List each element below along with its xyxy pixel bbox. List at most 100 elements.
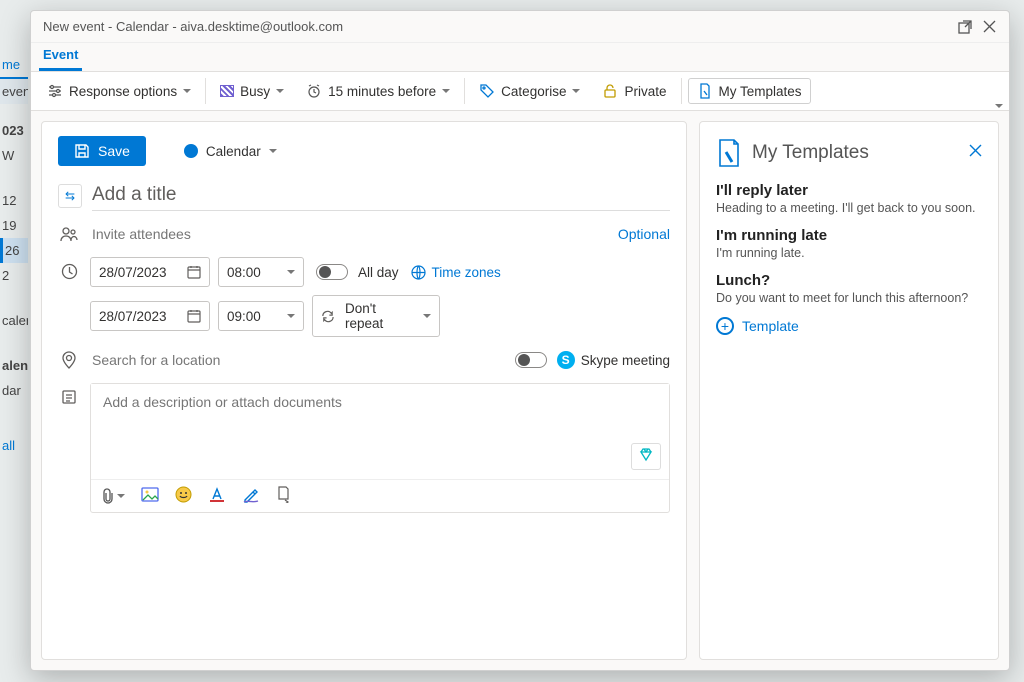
tag-icon [479,83,495,99]
template-body: Do you want to meet for lunch this after… [716,291,982,305]
ink-button[interactable] [242,487,260,506]
skype-label: Skype meeting [581,353,670,368]
time-zones-label: Time zones [432,265,501,280]
start-time-field[interactable]: 08:00 [218,257,304,287]
plus-circle-icon: + [716,317,734,335]
attendees-icon [58,225,80,243]
title-row-icon[interactable]: ⇆ [58,184,82,208]
chevron-down-icon [183,89,191,93]
background-app-hints: me event 023 W 12 19 26 2 calen alend da… [0,52,28,682]
end-time-field[interactable]: 09:00 [218,301,304,331]
pen-icon [242,487,260,503]
attendees-input[interactable] [90,225,608,243]
calendar-icon [187,309,201,323]
repeat-field[interactable]: Don't repeat [312,295,440,337]
repeat-icon [321,309,335,324]
calendar-picker[interactable]: Calendar [184,144,277,159]
template-item[interactable]: I'm running late I'm running late. [716,227,982,260]
categorise-label: Categorise [501,84,566,99]
my-templates-panel: My Templates I'll reply later Heading to… [699,121,999,660]
busy-status-button[interactable]: Busy [212,80,292,103]
emoji-button[interactable] [175,486,192,506]
emoji-icon [175,486,192,503]
skype-icon: S [557,351,575,369]
chevron-down-icon [117,494,125,498]
chevron-down-icon [287,314,295,318]
add-template-label: Template [742,318,799,334]
tab-event[interactable]: Event [39,43,82,71]
location-pin-icon [61,351,77,369]
response-options-button[interactable]: Response options [39,79,199,103]
clock-icon [61,263,78,280]
save-button[interactable]: Save [58,136,146,166]
calendar-icon [187,265,201,279]
editor-jewel-button[interactable] [631,443,661,470]
start-date-value: 28/07/2023 [99,265,167,280]
template-doc-icon [697,83,713,99]
chevron-down-icon [423,314,431,318]
font-color-icon [208,487,226,503]
template-doc-icon [716,138,742,168]
location-icon-wrap [58,351,80,369]
template-body: I'm running late. [716,246,982,260]
end-date-field[interactable]: 28/07/2023 [90,301,210,331]
modal-tabbar: Event [31,43,1009,71]
popout-icon [958,20,972,34]
start-time-value: 08:00 [227,265,261,280]
busy-icon [220,85,234,97]
insert-image-button[interactable] [141,487,159,505]
template-item[interactable]: Lunch? Do you want to meet for lunch thi… [716,272,982,305]
people-icon [60,225,78,243]
all-day-toggle[interactable] [316,264,348,280]
end-date-value: 28/07/2023 [99,309,167,324]
reminder-label: 15 minutes before [328,84,436,99]
new-event-modal: New event - Calendar - aiva.desktime@out… [30,10,1010,671]
private-label: Private [624,84,666,99]
categorise-button[interactable]: Categorise [471,79,588,103]
text-format-button[interactable] [208,487,226,506]
modal-body: Save Calendar ⇆ Optional [31,111,1009,670]
my-templates-label: My Templates [719,84,802,99]
my-templates-ribbon-button[interactable]: My Templates [688,78,811,104]
alarm-clock-icon [306,83,322,99]
sliders-icon [47,83,63,99]
location-input[interactable] [90,351,505,369]
modal-titlebar: New event - Calendar - aiva.desktime@out… [31,11,1009,43]
private-button[interactable]: Private [594,79,674,103]
save-icon [74,143,90,159]
popout-button[interactable] [953,15,977,39]
panel-close-button[interactable] [969,144,982,162]
close-icon [969,144,982,157]
paperclip-icon [101,488,115,504]
start-date-field[interactable]: 28/07/2023 [90,257,210,287]
calendar-color-dot [184,144,198,158]
busy-label: Busy [240,84,270,99]
description-input[interactable] [91,384,669,479]
response-options-label: Response options [69,84,177,99]
time-zones-link[interactable]: Time zones [411,265,501,280]
title-input[interactable] [92,180,670,211]
time-icon [58,263,80,280]
image-icon [141,487,159,502]
template-item[interactable]: I'll reply later Heading to a meeting. I… [716,182,982,215]
chevron-down-icon [276,89,284,93]
optional-attendees-link[interactable]: Optional [618,226,670,242]
ribbon-overflow-icon[interactable] [995,104,1003,108]
ribbon: Response options Busy 15 minutes before … [31,71,1009,111]
repeat-value: Don't repeat [345,301,413,331]
template-name: Lunch? [716,272,982,289]
description-box [90,383,670,513]
document-arrow-icon [276,486,291,503]
description-toolbar [91,479,669,512]
save-label: Save [98,143,130,159]
close-button[interactable] [977,15,1001,39]
skype-toggle[interactable] [515,352,547,368]
insert-signature-button[interactable] [276,486,291,506]
end-time-value: 09:00 [227,309,261,324]
attach-button[interactable] [101,488,125,504]
reminder-button[interactable]: 15 minutes before [298,79,458,103]
chevron-down-icon [572,89,580,93]
chevron-down-icon [442,89,450,93]
template-name: I'll reply later [716,182,982,199]
add-template-button[interactable]: + Template [716,317,982,335]
